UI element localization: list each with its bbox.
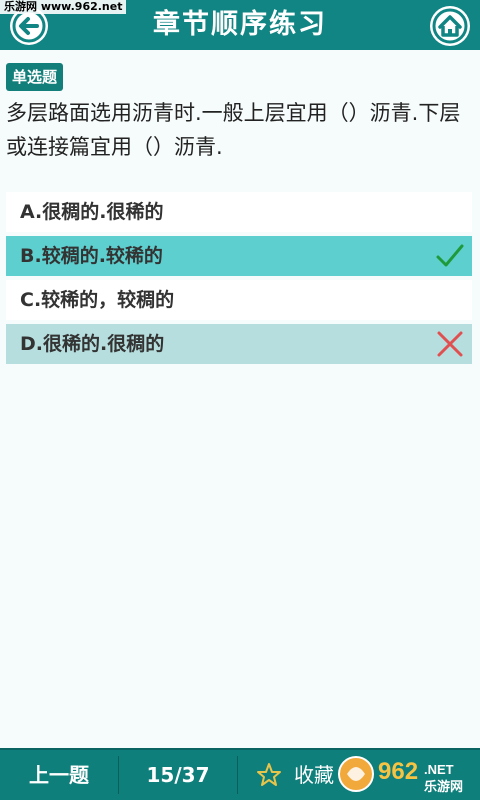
prev-question-button[interactable]: 上一题 [0, 750, 118, 800]
screen: 章节顺序练习 乐游网 www.962.net 单选题 多层路面选用沥青时.一般上… [0, 0, 480, 800]
check-icon [436, 244, 464, 267]
favorite-button[interactable]: 收藏 [250, 750, 350, 800]
option-text: 很稠的.很稀的 [42, 201, 164, 223]
watermark: 乐游网 www.962.net [0, 0, 127, 14]
progress-counter: 15/37 [146, 763, 210, 787]
option-label: C. [20, 289, 42, 311]
header-bar: 章节顺序练习 乐游网 www.962.net [0, 0, 480, 50]
star-icon [257, 763, 281, 786]
option-c[interactable]: C.较稀的，较稠的 [6, 280, 472, 320]
home-button[interactable] [430, 6, 470, 46]
logo-number: 962 [378, 758, 418, 785]
option-text: 较稀的，较稠的 [41, 289, 175, 311]
site-logo: 962 .NET 乐游网 [336, 752, 476, 796]
option-a[interactable]: A.很稠的.很稀的 [6, 192, 472, 232]
option-d[interactable]: D.很稀的.很稠的 [6, 324, 472, 364]
option-b[interactable]: B.较稠的.较稀的 [6, 236, 472, 276]
option-text: 较稠的.较稀的 [41, 245, 163, 267]
option-text: 很稀的.很稠的 [43, 333, 165, 355]
options-list: A.很稠的.很稀的 B.较稠的.较稀的 C.较稀的，较稠的 D.很稀的.很稠的 [6, 192, 472, 368]
divider [237, 756, 238, 794]
cross-icon [437, 331, 463, 357]
question-text: 多层路面选用沥青时.一般上层宜用（）沥青.下层或连接篇宜用（）沥青. [6, 101, 461, 159]
logo-text: 乐游网 [424, 779, 463, 795]
option-label: D. [20, 333, 43, 355]
logo-suffix: .NET [424, 762, 454, 777]
home-icon [432, 8, 468, 44]
bottom-bar: 上一题 15/37 收藏 962 .NET 乐游网 [0, 748, 480, 800]
option-label: B. [20, 245, 42, 267]
option-label: A. [20, 201, 43, 223]
favorite-label: 收藏 [294, 763, 334, 787]
question-type-badge: 单选题 [6, 63, 64, 91]
